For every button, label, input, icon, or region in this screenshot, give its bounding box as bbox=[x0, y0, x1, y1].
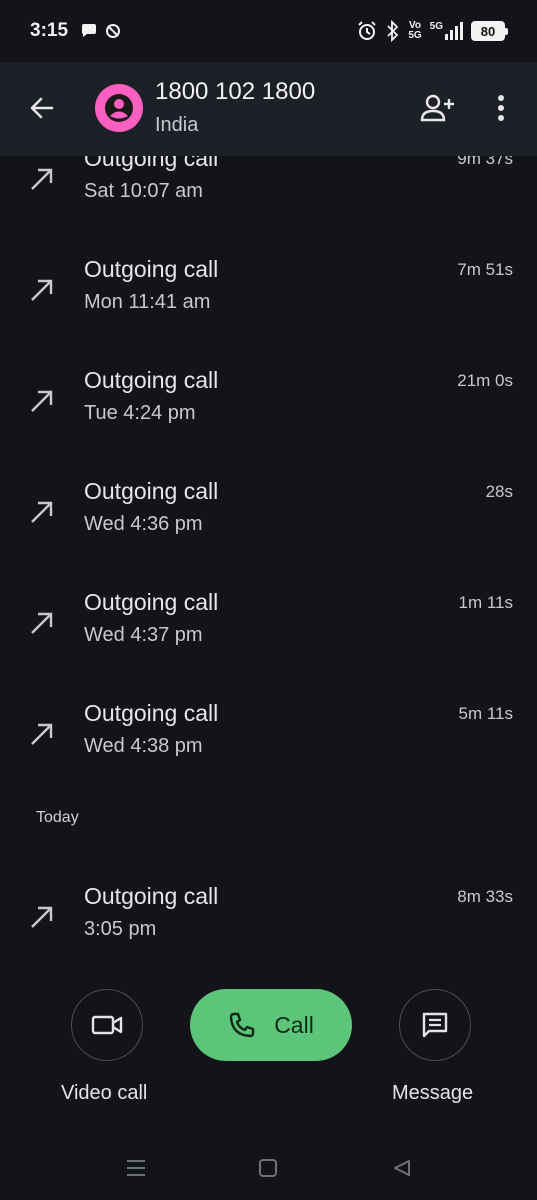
call-duration: 8m 33s bbox=[457, 887, 513, 906]
call-time: Wed 4:36 pm bbox=[84, 513, 203, 535]
outgoing-call-icon bbox=[31, 390, 53, 412]
list-item[interactable]: Outgoing call Wed 4:37 pm 1m 11s bbox=[0, 589, 537, 700]
add-person-icon bbox=[420, 94, 454, 122]
message-icon bbox=[422, 1012, 448, 1038]
call-type: Outgoing call bbox=[84, 700, 219, 726]
list-item[interactable]: Outgoing call 3:05 pm 8m 33s bbox=[0, 883, 537, 976]
call-duration: 9m 37s bbox=[457, 156, 513, 168]
call-duration: 7m 51s bbox=[457, 260, 513, 279]
contact-location: India bbox=[155, 114, 199, 136]
message-button[interactable] bbox=[399, 989, 471, 1061]
call-type: Outgoing call bbox=[84, 478, 219, 504]
call-type: Outgoing call bbox=[84, 156, 219, 171]
status-time: 3:15 bbox=[30, 20, 69, 41]
call-type: Outgoing call bbox=[84, 589, 219, 615]
call-button[interactable]: Call bbox=[190, 989, 352, 1061]
list-item[interactable]: Outgoing call Wed 4:38 pm 5m 11s bbox=[0, 700, 537, 811]
call-time: Wed 4:37 pm bbox=[84, 624, 203, 646]
more-vert-icon bbox=[498, 95, 504, 121]
back-button[interactable] bbox=[22, 88, 62, 128]
volte-indicator: Vo 5G bbox=[408, 20, 422, 41]
list-item[interactable]: Outgoing call Wed 4:36 pm 28s bbox=[0, 478, 537, 589]
video-call-label: Video call bbox=[61, 1082, 148, 1104]
nav-back-button[interactable] bbox=[388, 1154, 416, 1182]
bluetooth-icon bbox=[387, 20, 399, 42]
person-icon bbox=[105, 94, 133, 122]
recents-button[interactable] bbox=[122, 1154, 150, 1182]
add-contact-button[interactable] bbox=[416, 88, 460, 128]
outgoing-call-icon bbox=[31, 168, 53, 190]
call-duration: 28s bbox=[485, 482, 513, 501]
message-label: Message bbox=[392, 1082, 474, 1104]
call-time: Tue 4:24 pm bbox=[84, 402, 196, 424]
back-arrow-icon bbox=[30, 97, 54, 119]
no-disturb-icon bbox=[106, 24, 121, 38]
call-time: Wed 4:38 pm bbox=[84, 735, 203, 757]
avatar[interactable] bbox=[95, 84, 143, 132]
call-type: Outgoing call bbox=[84, 883, 219, 909]
section-header-today: Today bbox=[36, 809, 79, 826]
call-time: Mon 11:41 am bbox=[84, 291, 211, 313]
call-time: Sat 10:07 am bbox=[84, 180, 203, 202]
contact-number: 1800 102 1800 bbox=[155, 78, 316, 105]
status-bar: 3:15 Vo 5G 5G 80 bbox=[0, 0, 537, 62]
contact-header: 1800 102 1800 India bbox=[0, 62, 537, 156]
call-duration: 21m 0s bbox=[457, 371, 513, 390]
list-item[interactable]: Outgoing call Mon 11:41 am 7m 51s bbox=[0, 256, 537, 367]
list-item[interactable]: Outgoing call Sat 10:07 am 9m 37s bbox=[0, 156, 537, 256]
home-button[interactable] bbox=[254, 1154, 282, 1182]
phone-icon bbox=[229, 1012, 255, 1038]
battery-indicator: 80 bbox=[471, 21, 508, 41]
more-options-button[interactable] bbox=[484, 88, 518, 128]
call-type: Outgoing call bbox=[84, 367, 219, 393]
home-square-icon bbox=[259, 1159, 277, 1177]
signal-icon: 5G bbox=[430, 22, 463, 40]
chat-icon bbox=[82, 24, 97, 37]
list-item[interactable]: Outgoing call Tue 4:24 pm 21m 0s bbox=[0, 367, 537, 478]
alarm-icon bbox=[358, 21, 377, 40]
outgoing-call-icon bbox=[31, 723, 53, 745]
call-duration: 5m 11s bbox=[458, 704, 514, 723]
video-call-button[interactable] bbox=[71, 989, 143, 1061]
call-time: 3:05 pm bbox=[84, 918, 157, 940]
call-history-list[interactable]: Outgoing call Sat 10:07 am 9m 37s Outgoi… bbox=[0, 156, 537, 976]
action-bar: Video call Call Message bbox=[0, 976, 537, 1116]
call-type: Outgoing call bbox=[84, 256, 219, 282]
outgoing-call-icon bbox=[31, 279, 53, 301]
call-label: Call bbox=[274, 1011, 314, 1038]
video-camera-icon bbox=[91, 1015, 123, 1035]
menu-icon bbox=[127, 1160, 145, 1176]
outgoing-call-icon bbox=[31, 906, 53, 928]
system-nav-bar bbox=[0, 1140, 537, 1200]
back-triangle-icon bbox=[394, 1160, 410, 1176]
outgoing-call-icon bbox=[31, 612, 53, 634]
call-duration: 1m 11s bbox=[458, 593, 514, 612]
outgoing-call-icon bbox=[31, 501, 53, 523]
